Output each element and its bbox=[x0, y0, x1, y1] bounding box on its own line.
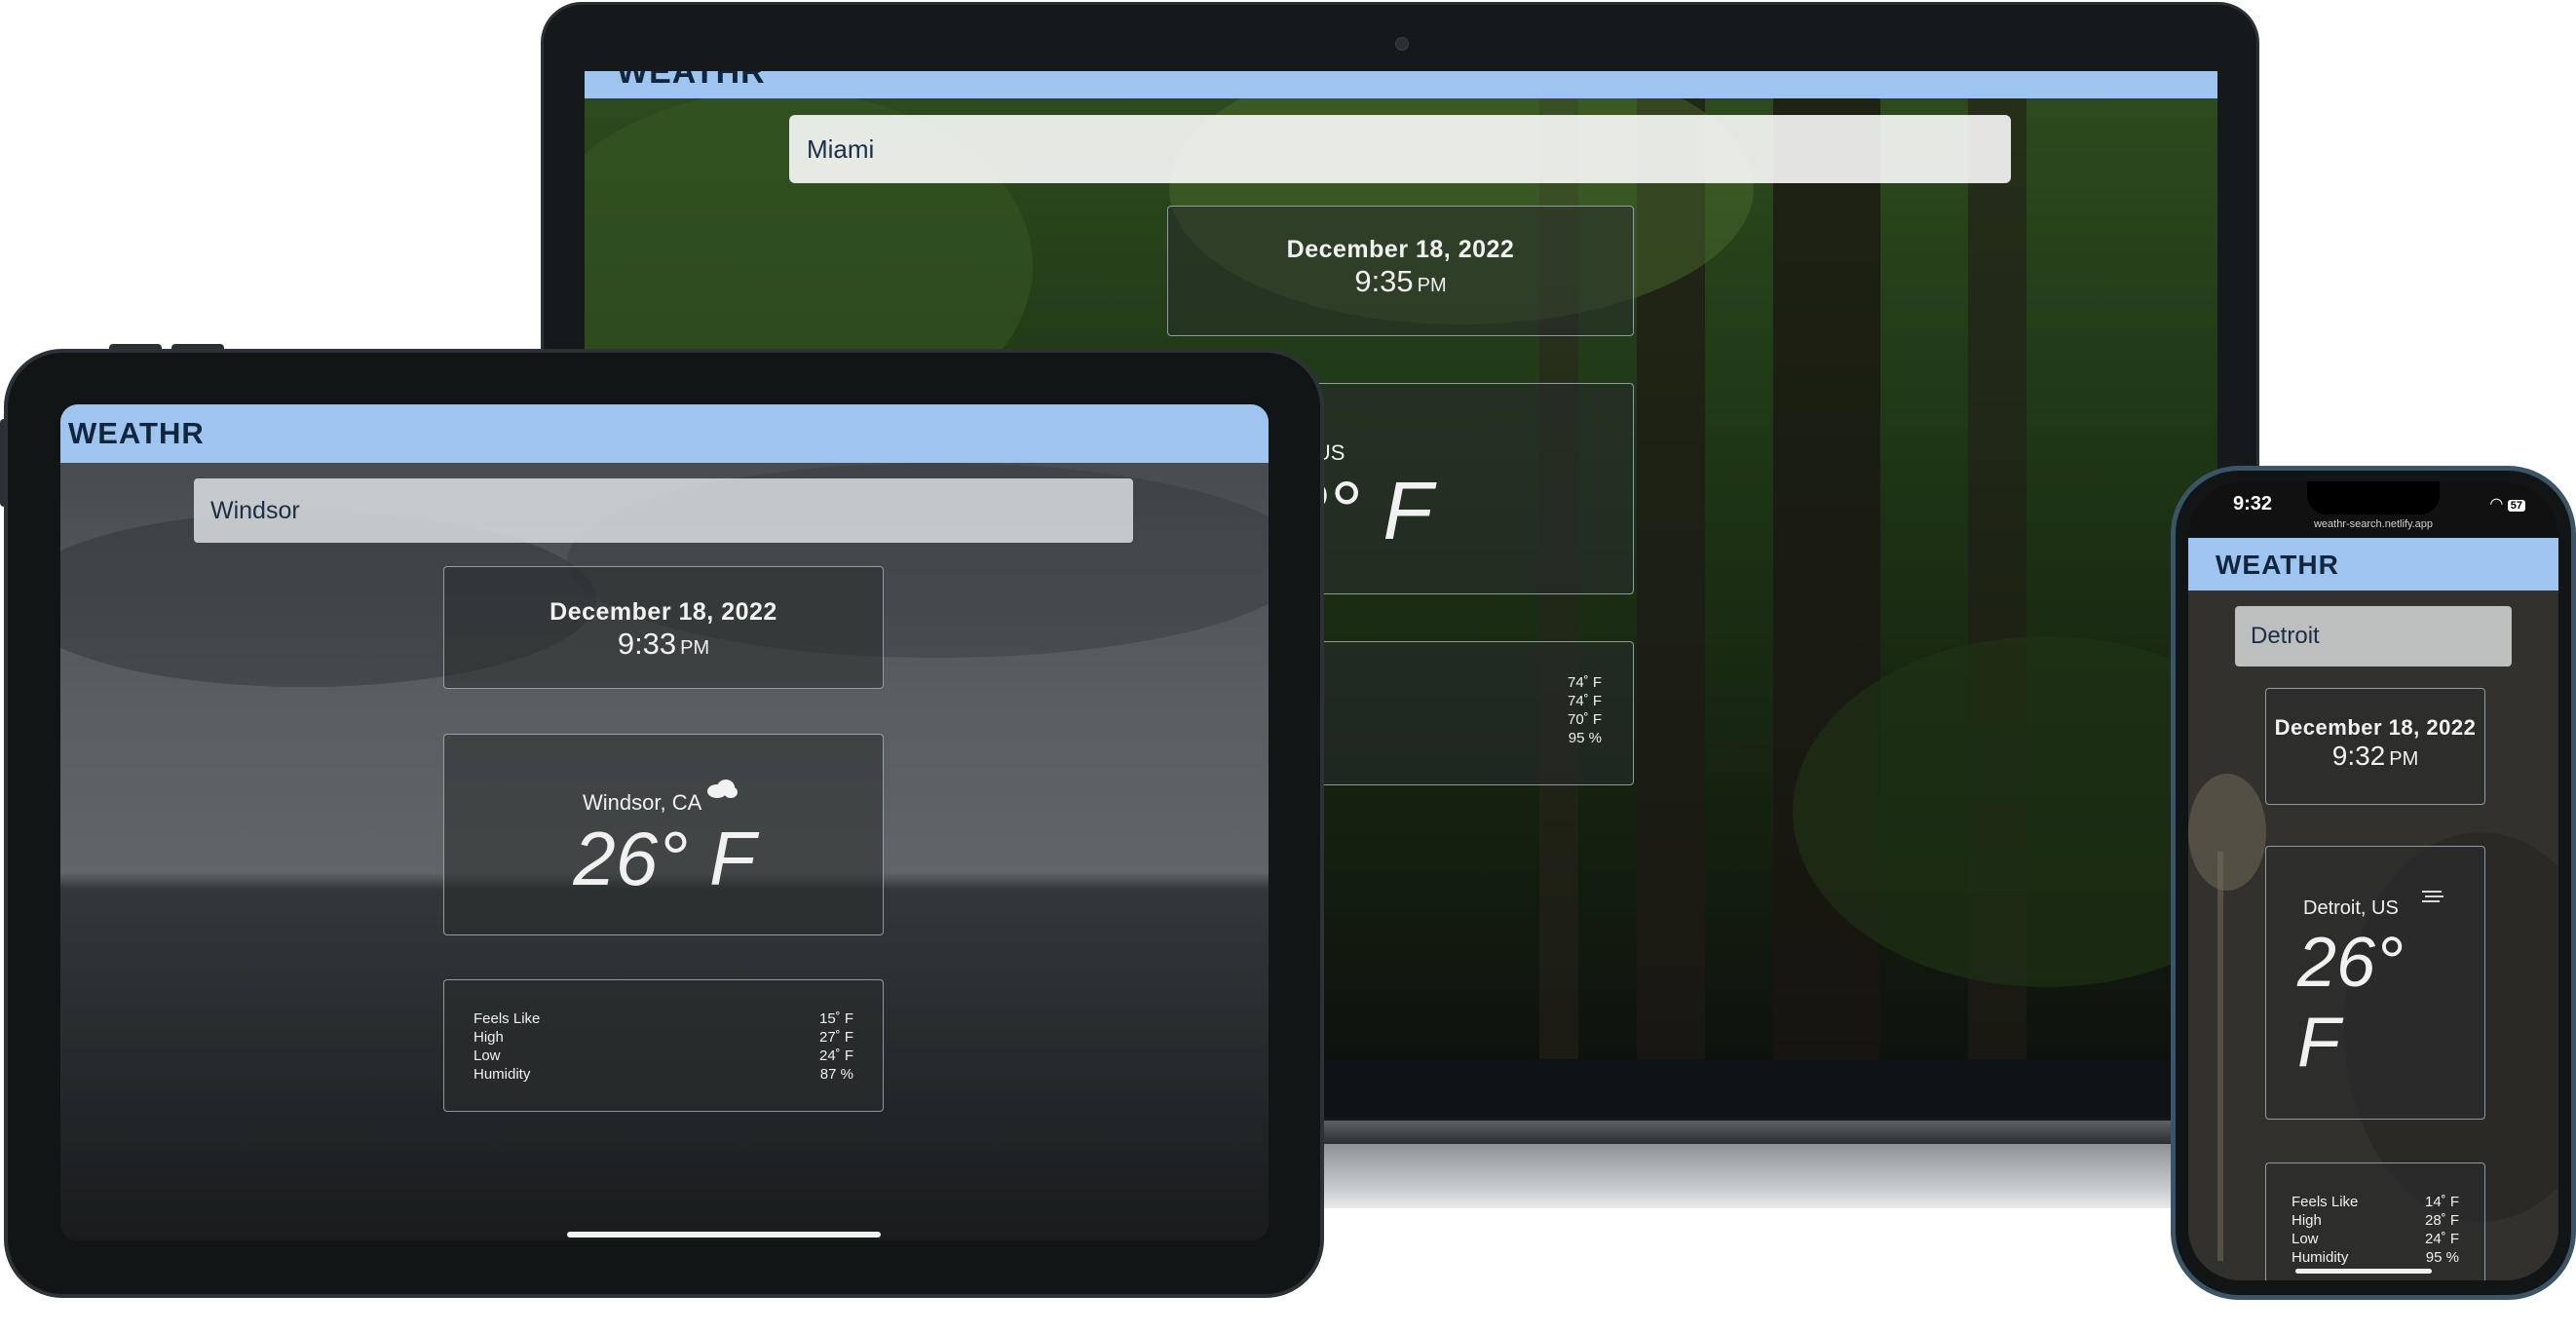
date-text: December 18, 2022 bbox=[2274, 715, 2477, 740]
location-text: Detroit, US bbox=[2303, 897, 2399, 919]
detail-row: High 27˚ F bbox=[474, 1029, 853, 1046]
detail-row: Feels Like 14˚ F bbox=[2292, 1194, 2459, 1210]
phone-notch bbox=[2307, 481, 2440, 514]
details-list: Feels Like 14˚ F High 28˚ F Low 24˚ F Humid… bbox=[2266, 1163, 2484, 1280]
location-text: Windsor, CA bbox=[583, 790, 702, 815]
status-icons: ◠ 57 bbox=[2489, 494, 2525, 514]
detail-row: Low 24˚ F bbox=[2292, 1231, 2459, 1247]
date-text: December 18, 2022 bbox=[1286, 236, 1515, 263]
current-weather-card: Windsor, CA 26° F bbox=[443, 734, 884, 935]
city-search-input[interactable] bbox=[194, 478, 1133, 543]
details-card: Feels Like 15˚ F High 27˚ F Low 24˚ F Humid… bbox=[443, 979, 884, 1112]
current-weather-card: Detroit, US 26° F bbox=[2265, 846, 2485, 1120]
brand-logo[interactable]: WEATHR bbox=[2216, 550, 2339, 581]
home-indicator[interactable] bbox=[567, 1232, 881, 1238]
details-list: Feels Like 15˚ F High 27˚ F Low 24˚ F Humid… bbox=[444, 980, 883, 1113]
battery-icon: 57 bbox=[2507, 500, 2525, 512]
brand-logo[interactable]: WEATHR bbox=[68, 416, 205, 451]
laptop-camera bbox=[1395, 37, 1409, 51]
details-values: 74˚ F 74˚ F 70˚ F 95 % bbox=[1567, 674, 1602, 746]
haze-icon bbox=[2422, 891, 2443, 902]
datetime-card: December 18, 2022 9:35 PM bbox=[1167, 206, 1634, 336]
phone-screen: 9:32 ◠ 57 weathr-search.netlify.app WEAT… bbox=[2188, 481, 2558, 1280]
temperature-text: 26° F bbox=[573, 816, 756, 901]
city-search-input[interactable] bbox=[789, 115, 2011, 183]
tablet-screen: WEATHR December 18, 2022 9:33PM Windsor,… bbox=[60, 404, 1269, 1240]
status-bar: 9:32 ◠ 57 weathr-search.netlify.app bbox=[2188, 481, 2558, 538]
details-card: Feels Like 14˚ F High 28˚ F Low 24˚ F Humid… bbox=[2265, 1162, 2485, 1280]
detail-row: Feels Like 15˚ F bbox=[474, 1010, 853, 1027]
app-header: WEATHR bbox=[2188, 538, 2558, 590]
date-text: December 18, 2022 bbox=[549, 598, 777, 626]
detail-row: High 28˚ F bbox=[2292, 1212, 2459, 1229]
detail-row: Humidity 87 % bbox=[474, 1066, 853, 1083]
detail-row: Humidity 95 % bbox=[2292, 1249, 2459, 1266]
time-text: 9:33 PM bbox=[617, 627, 710, 661]
browser-url[interactable]: weathr-search.netlify.app bbox=[2188, 518, 2558, 530]
home-indicator[interactable] bbox=[2295, 1269, 2432, 1274]
app-header: WEATHR bbox=[60, 404, 1269, 463]
city-search-input[interactable] bbox=[2235, 606, 2512, 666]
datetime-card: December 18, 2022 9:33 PM bbox=[443, 566, 884, 689]
detail-row: Low 24˚ F bbox=[474, 1047, 853, 1064]
time-text: 9:32 PM bbox=[2331, 741, 2419, 771]
wifi-icon: ◠ bbox=[2489, 496, 2504, 513]
brand-logo[interactable]: WEATHR bbox=[617, 71, 766, 92]
cloud-icon bbox=[707, 780, 738, 798]
datetime-card: December 18, 2022 9:32 PM bbox=[2265, 688, 2485, 805]
time-text: 9:35 PM bbox=[1354, 264, 1447, 298]
app-header: WEATHR bbox=[585, 71, 2217, 98]
temperature-text: 26° F bbox=[2297, 924, 2404, 1082]
status-time: 9:32 bbox=[2233, 493, 2273, 514]
